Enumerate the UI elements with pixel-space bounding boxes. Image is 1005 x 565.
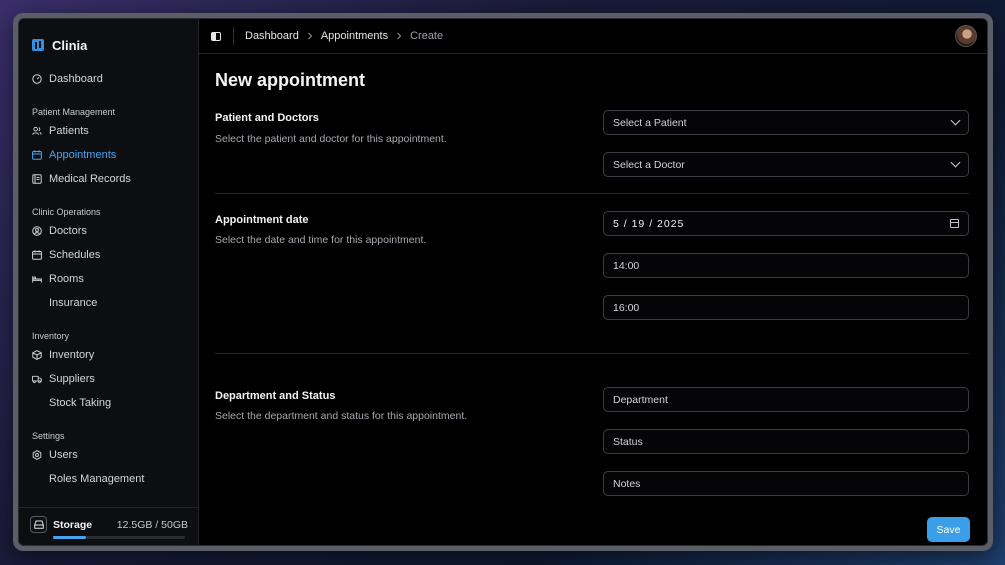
start-time-input[interactable]: 14:00 [603,253,969,278]
sidebar-item-roles-management[interactable]: Roles Management [19,467,198,491]
sidebar-item-label: Rooms [49,273,84,285]
sidebar-item-users[interactable]: Users [19,443,198,467]
storage-progress-fill [53,536,86,539]
brand-name: Clinia [52,37,88,53]
divider [215,193,969,194]
users-icon [32,126,42,136]
breadcrumb-dashboard[interactable]: Dashboard [245,30,299,42]
calendar-icon [32,150,42,160]
sidebar-item-patients[interactable]: Patients [19,119,198,143]
app-window: Clinia Dashboard Patient Management Pati… [18,18,988,546]
box-icon [32,350,42,360]
user-circle-icon [32,226,42,236]
gear-icon [32,450,42,460]
section-label-inventory: Inventory [32,331,70,341]
sidebar-item-label: Appointments [49,149,117,161]
sidebar-item-label: Doctors [49,225,87,237]
status-field[interactable]: Status [603,429,969,454]
divider [215,353,969,354]
sidebar-item-label: Inventory [49,349,95,361]
sidebar-item-rooms[interactable]: Rooms [19,267,198,291]
sidebar-item-label: Dashboard [49,73,103,85]
dashboard-icon [32,74,42,84]
truck-icon [32,374,42,384]
breadcrumb-create: Create [410,30,444,42]
section-desc-patient-doctors: Select the patient and doctor for this a… [215,133,447,145]
file-icon [32,174,42,184]
brand[interactable]: Clinia [19,19,198,59]
chevron-right-icon [307,32,313,40]
section-title-department-status: Department and Status [215,390,336,402]
section-desc-department-status: Select the department and status for thi… [215,410,468,422]
divider [233,27,234,45]
section-label-patient-management: Patient Management [32,107,116,117]
page-title: New appointment [215,70,366,90]
doctor-select[interactable]: Select a Doctor [603,152,969,177]
section-title-appointment-date: Appointment date [215,214,309,226]
bed-icon [32,274,42,284]
chevron-down-icon [950,115,961,126]
date-input[interactable]: 5 / 19 / 2025 [603,211,969,236]
sidebar-item-label: Stock Taking [49,397,112,409]
sidebar-item-insurance[interactable]: Insurance [19,291,198,315]
sidebar-toggle-icon[interactable] [211,31,221,41]
section-label-clinic-operations: Clinic Operations [32,207,101,217]
sidebar-item-label: Suppliers [49,373,95,385]
topbar: Dashboard Appointments Create [199,19,987,54]
sidebar-item-medical-records[interactable]: Medical Records [19,167,198,191]
sidebar-item-label: Patients [49,125,89,137]
sidebar-item-stock-taking[interactable]: Stock Taking [19,391,198,415]
patient-select[interactable]: Select a Patient [603,110,969,135]
sidebar-item-label: Medical Records [49,173,131,185]
section-desc-appointment-date: Select the date and time for this appoin… [215,234,427,246]
sidebar-item-label: Insurance [49,297,98,309]
save-button[interactable]: Save [927,517,970,542]
sidebar-item-inventory[interactable]: Inventory [19,343,198,367]
storage-panel[interactable]: Storage 12.5GB / 50GB [19,507,198,545]
chevron-right-icon [396,32,402,40]
breadcrumb-appointments[interactable]: Appointments [321,30,388,42]
sidebar-item-schedules[interactable]: Schedules [19,243,198,267]
avatar[interactable] [955,25,977,47]
calendar-icon [32,250,42,260]
sidebar-item-suppliers[interactable]: Suppliers [19,367,198,391]
sidebar-item-label: Users [49,449,78,461]
sidebar-item-label: Schedules [49,249,101,261]
storage-value: 12.5GB / 50GB [116,518,188,531]
chevron-down-icon [950,157,961,168]
section-label-settings: Settings [32,431,65,441]
section-title-patient-doctors: Patient and Doctors [215,112,319,124]
storage-progress-bar [53,536,185,539]
sidebar: Clinia Dashboard Patient Management Pati… [19,19,199,545]
sidebar-item-label: Roles Management [49,473,145,485]
sidebar-item-doctors[interactable]: Doctors [19,219,198,243]
clinia-logo-icon [32,39,44,51]
storage-label: Storage [53,518,93,531]
form-area: New appointment Patient and Doctors Sele… [199,54,987,545]
calendar-icon[interactable] [950,219,959,228]
sidebar-item-appointments[interactable]: Appointments [19,143,198,167]
end-time-input[interactable]: 16:00 [603,295,969,320]
main-content: Dashboard Appointments Create New appoin… [199,19,987,545]
sidebar-item-dashboard[interactable]: Dashboard [19,67,198,91]
department-field[interactable]: Department [603,387,969,412]
notes-field[interactable]: Notes [603,471,969,496]
window-frame: Clinia Dashboard Patient Management Pati… [13,13,993,551]
hard-drive-icon [30,516,47,533]
